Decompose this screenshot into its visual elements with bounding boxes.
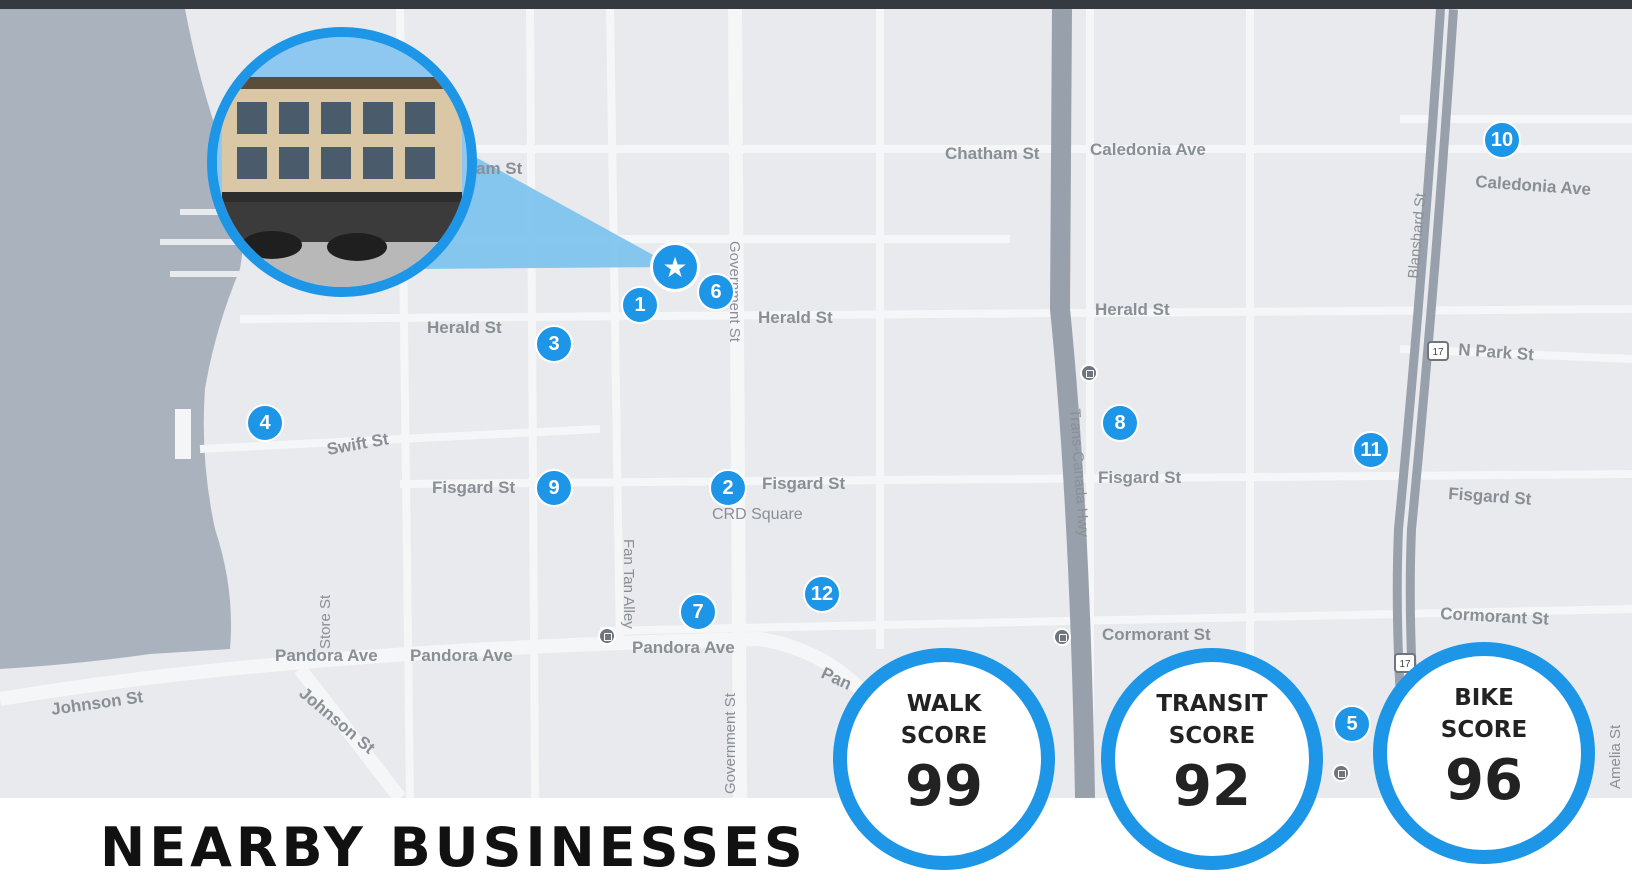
top-bar: [0, 0, 1632, 9]
street-label: Pandora Ave: [410, 646, 513, 665]
highway-shield: 17: [1427, 341, 1449, 361]
section-title: NEARBY BUSINESSES: [100, 816, 807, 879]
business-marker[interactable]: 5: [1333, 705, 1371, 743]
street-label: Pan: [818, 663, 854, 693]
neighborhood-map[interactable]: Chatham St Caledonia Ave Caledonia Ave H…: [0, 9, 1632, 798]
business-marker[interactable]: 6: [697, 273, 735, 311]
street-label: Fisgard St: [1448, 484, 1533, 509]
street-label: Fisgard St: [762, 474, 845, 493]
street-label: CRD Square: [712, 506, 803, 523]
business-marker[interactable]: 12: [803, 575, 841, 613]
property-star-icon[interactable]: ★: [650, 242, 700, 292]
trans-canada-highway: [1049, 9, 1095, 798]
street-label: Fisgard St: [432, 478, 515, 497]
street-label: Herald St: [427, 318, 502, 337]
street-label: N Park St: [1458, 340, 1535, 364]
building-image: [217, 37, 467, 287]
property-photo: [207, 27, 477, 297]
street-label: Caledonia Ave: [1090, 140, 1206, 159]
street-label: am St: [476, 159, 523, 178]
water-area: [0, 9, 244, 669]
svg-text:17: 17: [1432, 347, 1444, 358]
street-label: Government St: [722, 692, 739, 794]
business-marker[interactable]: 3: [535, 325, 573, 363]
street-label: Fisgard St: [1098, 468, 1181, 487]
business-marker[interactable]: 4: [246, 404, 284, 442]
street-label: Fan Tan Alley: [620, 539, 637, 629]
business-marker[interactable]: 9: [535, 469, 573, 507]
bike-score-badge: BIKE SCORE 96: [1373, 642, 1595, 864]
street-label: Pandora Ave: [632, 638, 735, 657]
bike-score-value: 96: [1445, 748, 1523, 813]
business-marker[interactable]: 2: [709, 469, 747, 507]
bus-stop-icon[interactable]: [598, 627, 616, 645]
walk-score-badge: WALK SCORE 99: [833, 648, 1055, 870]
bus-stop-icon[interactable]: [1053, 628, 1071, 646]
transit-score-label: TRANSIT SCORE: [1156, 691, 1268, 749]
street-label: Caledonia Ave: [1475, 172, 1592, 199]
street-label: Johnson St: [295, 684, 378, 758]
business-marker[interactable]: 10: [1483, 121, 1521, 159]
transit-score-badge: TRANSIT SCORE 92: [1101, 648, 1323, 870]
transit-score-value: 92: [1173, 754, 1251, 819]
street-label: Herald St: [1095, 300, 1170, 319]
street-label: Cormorant St: [1102, 625, 1211, 644]
bus-stop-icon[interactable]: [1080, 364, 1098, 382]
business-marker[interactable]: 8: [1101, 404, 1139, 442]
business-marker[interactable]: 1: [621, 286, 659, 324]
walk-score-label: WALK SCORE: [900, 691, 988, 749]
bike-score-label: BIKE SCORE: [1440, 685, 1528, 743]
street-label: Swift St: [325, 429, 390, 459]
svg-text:17: 17: [1399, 659, 1411, 670]
business-marker[interactable]: 11: [1352, 431, 1390, 469]
street-label: Amelia St: [1607, 724, 1624, 789]
street-label: Store St: [317, 594, 334, 649]
business-marker[interactable]: 7: [679, 593, 717, 631]
walk-score-value: 99: [905, 754, 983, 819]
street-label: Herald St: [758, 308, 833, 327]
street-label: Chatham St: [945, 144, 1040, 163]
bus-stop-icon[interactable]: [1332, 764, 1350, 782]
